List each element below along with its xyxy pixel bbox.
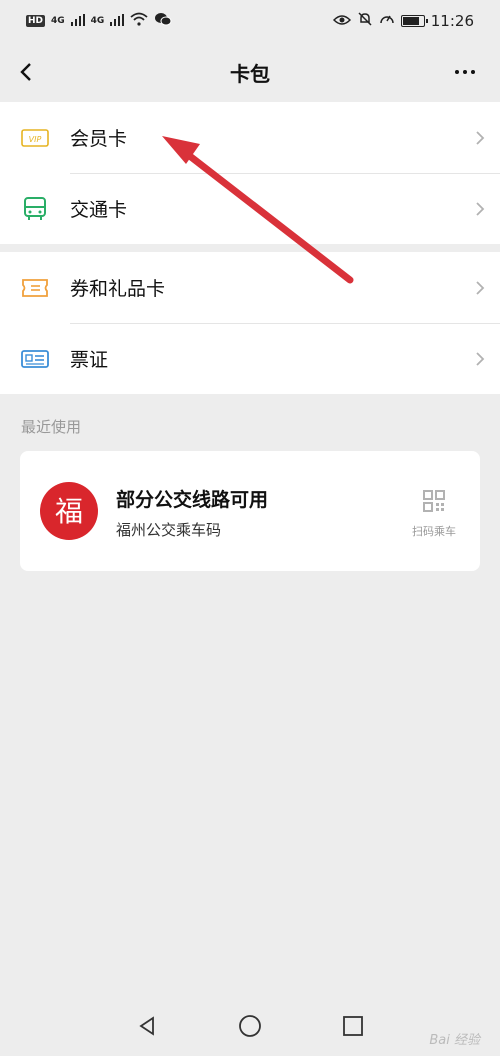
watermark: Bai 经验 <box>429 1033 480 1048</box>
system-nav-bar <box>0 1000 500 1056</box>
status-bar: HD 4G 4G 11:26 <box>0 0 500 42</box>
battery-icon <box>400 15 428 27</box>
card-subtitle: 福州公交乘车码 <box>116 521 222 539</box>
wechat-icon <box>154 12 172 30</box>
qr-code-icon <box>423 490 445 512</box>
row-tickets-ids[interactable]: 票证 <box>0 323 500 394</box>
row-transit-card[interactable]: 交通卡 <box>0 173 500 244</box>
speed-icon <box>379 11 395 31</box>
ticket-icon <box>0 278 70 298</box>
back-button[interactable] <box>14 56 44 88</box>
nav-bar: 卡包 <box>0 42 500 102</box>
back-triangle-icon[interactable] <box>136 1015 158 1041</box>
chevron-left-icon <box>20 63 31 81</box>
svg-text:福: 福 <box>55 495 83 528</box>
status-right: 11:26 <box>332 11 474 31</box>
recent-card-fuzhou-bus[interactable]: 福 部分公交线路可用 福州公交乘车码 扫码乘车 <box>20 451 480 571</box>
id-card-icon <box>0 349 70 369</box>
mute-bell-icon <box>357 11 373 31</box>
svg-text:VIP: VIP <box>29 135 42 144</box>
more-button[interactable] <box>450 56 480 88</box>
row-label: 券和礼品卡 <box>70 278 166 300</box>
more-dot <box>463 70 467 74</box>
row-label: 交通卡 <box>70 199 128 221</box>
bus-icon <box>0 196 70 222</box>
signal-bars-icon <box>70 12 85 30</box>
wifi-icon <box>130 12 148 30</box>
chevron-right-icon <box>460 129 500 147</box>
row-membership-card[interactable]: VIP 会员卡 <box>0 102 500 173</box>
signal-bars-icon <box>110 12 125 30</box>
row-coupons-gift-cards[interactable]: 券和礼品卡 <box>0 252 500 323</box>
card-group-1: VIP 会员卡 交通卡 <box>0 102 500 244</box>
status-left: HD 4G 4G <box>26 12 172 30</box>
page-title: 卡包 <box>230 61 270 86</box>
chevron-right-icon <box>460 200 500 218</box>
row-label: 票证 <box>70 349 109 371</box>
signal-4g-1: 4G <box>51 16 65 26</box>
more-dot <box>471 70 475 74</box>
fu-logo: 福 <box>40 482 98 540</box>
signal-4g-2: 4G <box>90 16 105 26</box>
home-circle-icon[interactable] <box>238 1014 262 1042</box>
eye-icon <box>332 12 351 30</box>
clock-time: 11:26 <box>430 12 474 30</box>
card-group-2: 券和礼品卡 票证 <box>0 252 500 394</box>
vip-icon: VIP <box>0 128 70 148</box>
chevron-right-icon <box>460 350 500 368</box>
hd-badge: HD <box>26 15 46 27</box>
row-label: 会员卡 <box>70 128 128 150</box>
recent-apps-square-icon[interactable] <box>342 1015 364 1041</box>
card-title: 部分公交线路可用 <box>116 489 269 511</box>
chevron-right-icon <box>460 279 500 297</box>
more-dot <box>455 70 459 74</box>
scan-to-ride-button[interactable]: 扫码乘车 <box>406 489 462 539</box>
scan-to-ride-label: 扫码乘车 <box>412 525 456 538</box>
recent-section-label: 最近使用 <box>21 418 82 436</box>
